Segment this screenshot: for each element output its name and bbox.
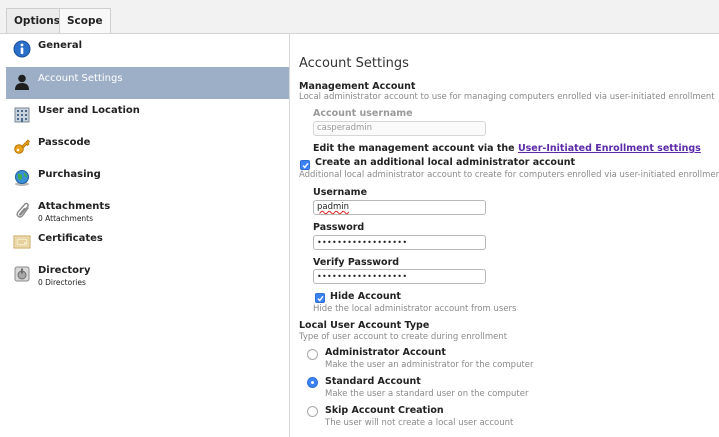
sidebar-item-label: Attachments xyxy=(38,201,111,212)
password-label: Password xyxy=(313,222,365,233)
account-username-label: Account username xyxy=(313,108,413,119)
skip-account-creation-description: The user will not create a local user ac… xyxy=(325,418,514,428)
create-additional-admin-checkbox[interactable] xyxy=(300,160,310,170)
checkmark-icon xyxy=(317,295,324,302)
sidebar-item-label: Passcode xyxy=(38,137,91,148)
additional-admin-description: Additional local administrator account t… xyxy=(299,170,719,180)
paperclip-icon xyxy=(13,201,31,219)
sidebar-item-label: Purchasing xyxy=(38,169,101,180)
username-field[interactable]: padmin xyxy=(313,200,486,215)
edit-management-text: Edit the management account via the xyxy=(313,143,518,154)
standard-account-radio[interactable] xyxy=(307,377,318,388)
create-additional-admin-label: Create an additional local administrator… xyxy=(315,157,576,168)
username-label: Username xyxy=(313,187,368,198)
key-icon xyxy=(13,137,31,155)
sidebar-item-general[interactable]: General xyxy=(6,34,289,66)
certificate-icon xyxy=(13,233,31,251)
checkmark-icon xyxy=(302,162,309,169)
building-icon xyxy=(13,105,31,123)
standard-account-description: Make the user a standard user on the com… xyxy=(325,389,529,399)
sidebar-item-attachments[interactable]: Attachments 0 Attachments xyxy=(6,195,289,227)
sidebar: General Account Settings User and Locati… xyxy=(6,34,290,437)
hide-account-label: Hide Account xyxy=(330,291,401,302)
administrator-account-radio[interactable] xyxy=(307,349,318,360)
sidebar-item-passcode[interactable]: Passcode xyxy=(6,131,289,163)
sidebar-item-directory[interactable]: Directory 0 Directories xyxy=(6,259,289,291)
management-account-description: Local administrator account to use for m… xyxy=(299,92,715,102)
administrator-account-label: Administrator Account xyxy=(325,347,446,358)
sidebar-item-account-settings[interactable]: Account Settings xyxy=(6,67,289,99)
sidebar-item-label: Directory xyxy=(38,265,91,276)
tab-scope[interactable]: Scope xyxy=(59,8,111,33)
skip-account-creation-radio[interactable] xyxy=(307,406,318,417)
hide-account-description: Hide the local administrator account fro… xyxy=(313,304,517,314)
local-user-account-type-description: Type of user account to create during en… xyxy=(299,332,508,342)
user-initiated-enrollment-settings-link[interactable]: User-Initiated Enrollment settings xyxy=(518,143,701,154)
local-user-account-type-heading: Local User Account Type xyxy=(299,320,430,331)
sidebar-item-label: Certificates xyxy=(38,233,103,244)
management-account-heading: Management Account xyxy=(299,81,416,92)
hide-account-checkbox[interactable] xyxy=(315,293,325,303)
account-settings-panel: Account Settings Management Account Loca… xyxy=(290,34,719,437)
skip-account-creation-label: Skip Account Creation xyxy=(325,405,444,416)
sidebar-item-purchasing[interactable]: Purchasing xyxy=(6,163,289,195)
attachments-count: 0 Attachments xyxy=(38,214,94,223)
directory-icon xyxy=(13,265,31,283)
sidebar-item-label: General xyxy=(38,40,82,51)
account-username-field: casperadmin xyxy=(313,121,486,136)
page-title: Account Settings xyxy=(299,56,409,71)
password-field[interactable]: •••••••••••••••••• xyxy=(313,235,486,250)
sidebar-item-user-and-location[interactable]: User and Location xyxy=(6,99,289,131)
username-value: padmin xyxy=(317,202,350,212)
user-silhouette-icon xyxy=(13,73,31,91)
sidebar-item-label: Account Settings xyxy=(38,73,123,84)
directories-count: 0 Directories xyxy=(38,278,86,287)
sidebar-item-label: User and Location xyxy=(38,105,140,116)
sidebar-item-certificates[interactable]: Certificates xyxy=(6,227,289,259)
verify-password-label: Verify Password xyxy=(313,257,400,268)
info-icon xyxy=(13,40,31,58)
verify-password-field[interactable]: •••••••••••••••••• xyxy=(313,269,486,284)
top-tab-bar: Options Scope xyxy=(0,0,719,34)
standard-account-label: Standard Account xyxy=(325,376,421,387)
edit-management-account-text: Edit the management account via the User… xyxy=(313,143,701,154)
globe-icon xyxy=(13,169,31,187)
administrator-account-description: Make the user an administrator for the c… xyxy=(325,360,534,370)
